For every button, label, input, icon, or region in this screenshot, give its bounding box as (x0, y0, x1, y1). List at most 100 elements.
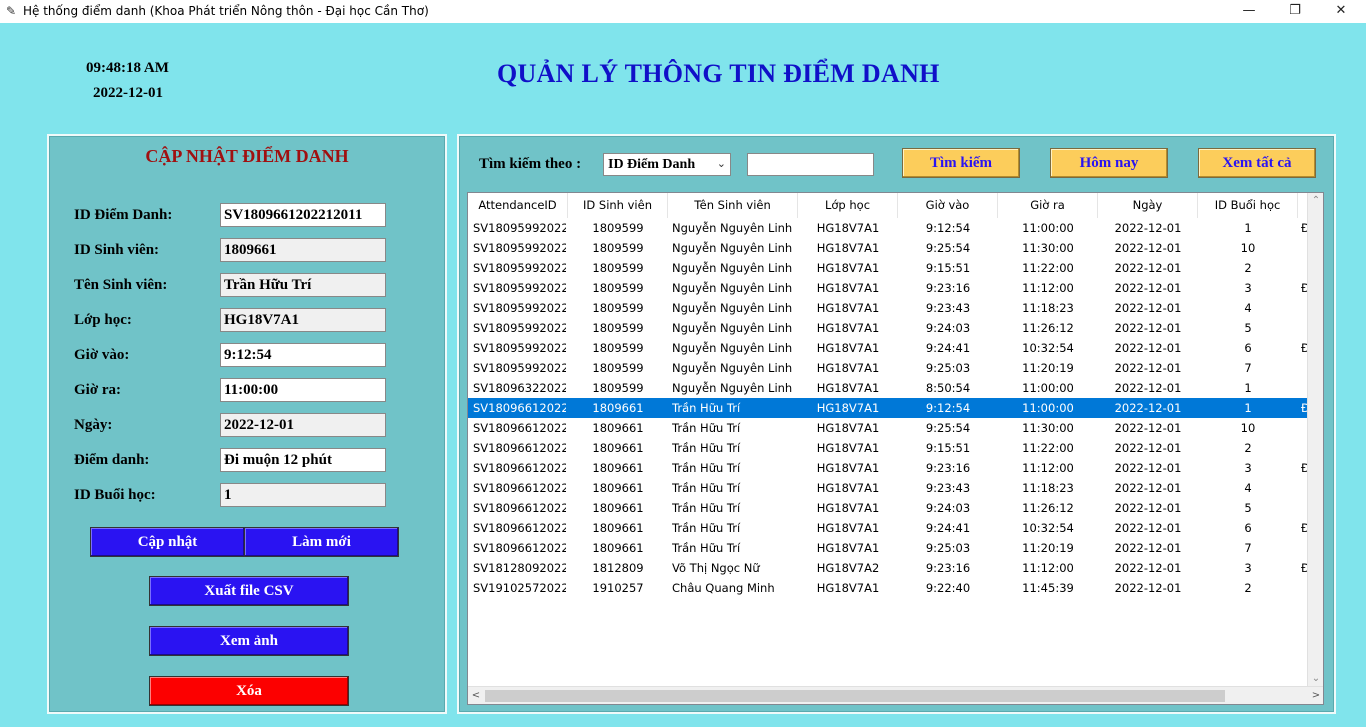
cell-attendance-id: SV1809661202212 (473, 401, 566, 415)
cell-student-name: Nguyễn Nguyên Linh (672, 301, 793, 315)
close-button[interactable]: ✕ (1318, 0, 1364, 23)
class-field[interactable]: HG18V7A1 (220, 308, 386, 332)
minimize-button[interactable]: — (1226, 0, 1272, 23)
attendance-status-field[interactable]: Đi muộn 12 phút (220, 448, 386, 472)
student-id-field[interactable]: 1809661 (220, 238, 386, 262)
attendance-id-field[interactable]: SV1809661202212011 (220, 203, 386, 227)
refresh-button[interactable]: Làm mới (244, 527, 399, 557)
time-in-field[interactable]: 9:12:54 (220, 343, 386, 367)
table-row[interactable]: SV1809599202212 1809599 Nguyễn Nguyên Linh… (468, 338, 1308, 358)
cell-student-id: 1809599 (592, 321, 644, 335)
attendance-table[interactable]: AttendanceID ID Sinh viên Tên Sinh viên Lớp… (467, 192, 1324, 705)
search-by-label: Tìm kiếm theo : (479, 156, 582, 172)
column-header-class[interactable]: Lớp học (798, 193, 898, 218)
horizontal-scrollbar[interactable]: < > (468, 686, 1323, 704)
cell-attendance-id: SV1809599202212 (473, 341, 566, 355)
column-header-time-out[interactable]: Giờ ra (998, 193, 1098, 218)
horizontal-scroll-thumb[interactable] (485, 690, 1225, 702)
cell-date: 2022-12-01 (1114, 501, 1182, 515)
column-header-date[interactable]: Ngày (1098, 193, 1198, 218)
cell-session-id: 4 (1244, 481, 1252, 495)
cell-student-name: Trần Hữu Trí (672, 521, 741, 535)
cell-attendance-id: SV1809599202212 (473, 321, 566, 335)
cell-attendance-id: SV1809661202212 (473, 501, 566, 515)
table-row[interactable]: SV1809661202212 1809661 Trần Hữu Trí HG18V7… (468, 498, 1308, 518)
cell-date: 2022-12-01 (1114, 241, 1182, 255)
column-header-student-id[interactable]: ID Sinh viên (568, 193, 668, 218)
table-row[interactable]: SV1809599202212 1809599 Nguyễn Nguyên Linh… (468, 218, 1308, 238)
column-header-session-id[interactable]: ID Buổi học (1198, 193, 1298, 218)
table-row[interactable]: SV1809599202212 1809599 Nguyễn Nguyên Linh… (468, 318, 1308, 338)
cell-student-id: 1809599 (592, 381, 644, 395)
cell-class: HG18V7A2 (816, 561, 880, 575)
cell-class: HG18V7A1 (816, 461, 880, 475)
table-row[interactable]: SV1809599202212 1809599 Nguyễn Nguyên Linh… (468, 238, 1308, 258)
cell-time-in: 9:23:16 (925, 281, 971, 295)
table-row[interactable]: SV1809661202212 1809661 Trần Hữu Trí HG18V7… (468, 518, 1308, 538)
vertical-scrollbar[interactable]: ⌃ ⌄ (1307, 193, 1323, 687)
table-row[interactable]: SV1910257202212 1910257 Châu Quang Minh HG1… (468, 578, 1308, 598)
cell-attendance-id: SV1809599202212 (473, 241, 566, 255)
cell-class: HG18V7A1 (816, 221, 880, 235)
cell-attendance-id: SV1809661202212 (473, 421, 566, 435)
column-header-student-name[interactable]: Tên Sinh viên (668, 193, 798, 218)
student-name-field[interactable]: Trần Hữu Trí (220, 273, 386, 297)
table-row[interactable]: SV1809661202212 1809661 Trần Hữu Trí HG18V7… (468, 458, 1308, 478)
table-row[interactable]: SV1812809202212 1812809 Võ Thị Ngọc Nữ HG18… (468, 558, 1308, 578)
cell-time-in: 9:24:03 (925, 501, 971, 515)
cell-date: 2022-12-01 (1114, 301, 1182, 315)
time-out-field[interactable]: 11:00:00 (220, 378, 386, 402)
table-row[interactable]: SV1809599202212 1809599 Nguyễn Nguyên Linh… (468, 358, 1308, 378)
session-id-field[interactable]: 1 (220, 483, 386, 507)
table-row[interactable]: SV1809661202212 1809661 Trần Hữu Trí HG18V7… (468, 438, 1308, 458)
cell-student-id: 1809661 (592, 541, 644, 555)
view-image-button[interactable]: Xem ảnh (149, 626, 349, 656)
cell-student-id: 1812809 (592, 561, 644, 575)
delete-button[interactable]: Xóa (149, 676, 349, 706)
cell-attendance-id: SV1809599202212 (473, 221, 566, 235)
cell-class: HG18V7A1 (816, 301, 880, 315)
today-button[interactable]: Hôm nay (1050, 148, 1168, 178)
cell-attendance-id: SV1809632202212 (473, 381, 566, 395)
update-button[interactable]: Cập nhật (90, 527, 245, 557)
table-row[interactable]: SV1809661202212 1809661 Trần Hữu Trí HG18V7… (468, 398, 1308, 418)
cell-class: HG18V7A1 (816, 281, 880, 295)
scroll-down-icon[interactable]: ⌄ (1308, 671, 1323, 687)
scroll-up-icon[interactable]: ⌃ (1308, 193, 1323, 209)
cell-student-id: 1809661 (592, 501, 644, 515)
date-field[interactable]: 2022-12-01 (220, 413, 386, 437)
export-csv-button[interactable]: Xuất file CSV (149, 576, 349, 606)
search-field-select[interactable]: ID Điểm Danh ⌄ (603, 153, 731, 176)
cell-class: HG18V7A1 (816, 541, 880, 555)
column-header-attendance-id[interactable]: AttendanceID (468, 193, 568, 218)
table-row[interactable]: SV1809661202212 1809661 Trần Hữu Trí HG18V7… (468, 538, 1308, 558)
cell-class: HG18V7A1 (816, 241, 880, 255)
table-row[interactable]: SV1809661202212 1809661 Trần Hữu Trí HG18V7… (468, 418, 1308, 438)
session-id-label: ID Buổi học: (74, 487, 156, 503)
restore-button[interactable]: ❐ (1272, 0, 1318, 23)
cell-time-in: 9:25:03 (925, 361, 971, 375)
cell-student-id: 1809599 (592, 261, 644, 275)
cell-time-in: 9:12:54 (925, 401, 971, 415)
column-header-time-in[interactable]: Giờ vào (898, 193, 998, 218)
table-row[interactable]: SV1809599202212 1809599 Nguyễn Nguyên Linh… (468, 278, 1308, 298)
table-row[interactable]: SV1809632202212 1809599 Nguyễn Nguyên Linh… (468, 378, 1308, 398)
window-titlebar: ✎ Hệ thống điểm danh (Khoa Phát triển Nô… (0, 0, 1366, 23)
table-row[interactable]: SV1809599202212 1809599 Nguyễn Nguyên Linh… (468, 298, 1308, 318)
scroll-left-icon[interactable]: < (468, 688, 484, 704)
table-row[interactable]: SV1809599202212 1809599 Nguyễn Nguyên Linh… (468, 258, 1308, 278)
search-button[interactable]: Tìm kiếm (902, 148, 1020, 178)
cell-date: 2022-12-01 (1114, 321, 1182, 335)
cell-time-out: 10:32:54 (1022, 521, 1074, 535)
view-all-button[interactable]: Xem tất cả (1198, 148, 1316, 178)
cell-date: 2022-12-01 (1114, 401, 1182, 415)
cell-attendance-id: SV1809661202212 (473, 461, 566, 475)
cell-session-id: 5 (1244, 501, 1252, 515)
search-input[interactable] (747, 153, 874, 176)
cell-class: HG18V7A1 (816, 401, 880, 415)
cell-class: HG18V7A1 (816, 321, 880, 335)
cell-attendance-id: SV1809661202212 (473, 541, 566, 555)
cell-time-out: 11:20:19 (1022, 541, 1074, 555)
table-row[interactable]: SV1809661202212 1809661 Trần Hữu Trí HG18V7… (468, 478, 1308, 498)
scroll-right-icon[interactable]: > (1308, 688, 1323, 704)
